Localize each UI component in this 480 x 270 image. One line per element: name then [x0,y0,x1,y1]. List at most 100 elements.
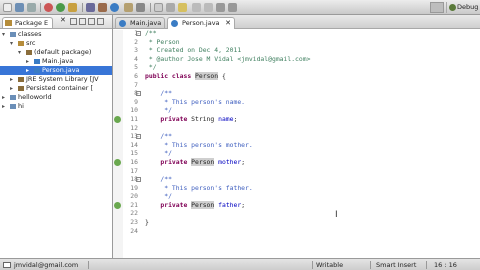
line-number: 22 [130,209,138,218]
code-area[interactable]: 1−/** 2 * Person 3 * Created on Dec 4, 201… [113,29,480,235]
open-type-icon[interactable] [124,3,133,12]
library-icon [18,77,24,82]
next-annotation-icon[interactable] [192,3,201,12]
tree-node[interactable]: ▸ helloworld [0,93,112,102]
external-tools-icon[interactable] [68,3,77,12]
debug-icon[interactable] [44,3,53,12]
twisty-collapsed-icon[interactable]: ▸ [10,75,13,84]
package-explorer-tab[interactable]: Package E [2,17,54,28]
tree-node[interactable]: ▸ Persisted container [ [0,84,112,93]
tree-node-label: Persisted container [ [26,84,94,92]
code-token: * This person's name. [145,97,246,106]
new-class-icon[interactable] [110,3,119,12]
fold-toggle-icon[interactable]: − [136,31,141,36]
java-file-icon [34,59,40,64]
code-token: String [191,114,219,123]
code-line[interactable]: 14 * This person's mother. [113,141,480,150]
tree-node[interactable]: ▾ (default package) [0,48,112,57]
search-icon[interactable] [136,3,145,12]
twisty-expanded-icon[interactable]: ▾ [2,30,5,39]
code-line[interactable]: 4 * @author Jose M Vidal <jmvidal@gmail.… [113,55,480,64]
code-line[interactable]: 19 * This person's father. [113,184,480,193]
editor-tab-label: Main.java [130,19,162,27]
previous-annotation-icon[interactable] [204,3,213,12]
annotation-icon[interactable] [166,3,175,12]
collapse-all-icon[interactable] [70,18,77,25]
run-icon[interactable] [56,3,65,12]
new-java-project-icon[interactable] [86,3,95,12]
link-with-editor-icon[interactable] [79,18,86,25]
twisty-collapsed-icon[interactable]: ▸ [26,57,29,66]
project-icon [10,95,16,100]
code-line[interactable]: 21 private Person father; [113,200,480,210]
code-line[interactable]: 6 public class Person { [113,71,480,81]
override-marker-icon[interactable] [114,115,121,123]
fold-toggle-icon[interactable]: − [136,91,141,97]
line-number: 9 [134,97,138,106]
project-icon [10,104,16,109]
code-line[interactable]: 7 [113,81,480,90]
override-marker-icon[interactable] [114,158,121,166]
new-package-icon[interactable] [98,3,107,12]
save-icon[interactable] [15,3,24,12]
new-icon[interactable] [3,3,12,12]
code-token: */ [145,63,157,72]
code-line[interactable]: 24 [113,227,480,236]
code-line[interactable]: 9 * This person's name. [113,98,480,107]
open-perspective-icon[interactable] [430,2,444,13]
code-token: public class [145,71,196,80]
code-line[interactable]: 3 * Created on Dec 4, 2011 [113,46,480,55]
twisty-expanded-icon[interactable]: ▾ [10,39,13,48]
forward-icon[interactable] [228,3,237,12]
code-token: */ [145,192,172,201]
tree-node[interactable]: ▸ Main.java [0,57,112,66]
editor-tab[interactable]: Person.java ✕ [167,17,235,29]
code-line[interactable]: 12 [113,124,480,133]
fold-toggle-icon[interactable]: − [136,177,141,183]
code-line[interactable]: 10 */ [113,106,480,115]
code-line[interactable]: 2 * Person [113,38,480,47]
code-line-text: */ [145,149,172,158]
code-token: private [145,200,192,209]
code-line-text: /** [145,29,157,38]
tree-node[interactable]: ▾ classes [0,30,112,39]
twisty-collapsed-icon[interactable]: ▸ [26,66,29,75]
twisty-collapsed-icon[interactable]: ▸ [2,93,5,102]
code-line[interactable]: 17 [113,167,480,176]
code-line[interactable]: 5 */ [113,63,480,72]
twisty-collapsed-icon[interactable]: ▸ [2,102,5,111]
code-line[interactable]: 15 */ [113,149,480,158]
pin-icon[interactable] [154,3,163,12]
code-token: { [218,71,226,80]
twisty-expanded-icon[interactable]: ▾ [18,48,21,57]
tree-node[interactable]: ▸ JRE System Library [JV [0,75,112,84]
back-icon[interactable] [216,3,225,12]
debug-perspective-button[interactable]: Debug [446,2,480,13]
status-cursor-position: 16 : 16 [434,261,457,269]
code-token: * This person's mother. [145,140,253,149]
override-marker-icon[interactable] [114,201,121,209]
tree-node[interactable]: ▸ Person.java [0,66,112,75]
close-icon[interactable]: ✕ [60,16,66,24]
code-line[interactable]: 1−/** [113,29,480,38]
code-line[interactable]: 11 private String name; [113,115,480,124]
status-user: jmvidal@gmail.com [14,261,79,269]
view-menu-icon[interactable] [88,18,95,25]
code-line[interactable]: 20 */ [113,192,480,201]
print-icon[interactable] [27,3,36,12]
twisty-collapsed-icon[interactable]: ▸ [10,84,13,93]
code-line[interactable]: 13− /** [113,132,480,141]
minimize-icon[interactable] [97,18,104,25]
editor-tab[interactable]: Main.java [115,17,165,29]
close-icon[interactable]: ✕ [225,18,231,29]
line-number: 3 [134,46,138,55]
code-line[interactable]: 23} [113,218,480,227]
tree-node[interactable]: ▾ src [0,39,112,48]
tree-node[interactable]: ▸ hi [0,102,112,111]
code-line[interactable]: 18− /** [113,175,480,184]
code-line[interactable]: 8− /** [113,89,480,98]
fold-toggle-icon[interactable]: − [136,134,141,140]
code-line[interactable]: 16 private Person mother; [113,157,480,167]
highlight-icon[interactable] [178,3,187,12]
code-line[interactable]: 22 [113,209,480,218]
